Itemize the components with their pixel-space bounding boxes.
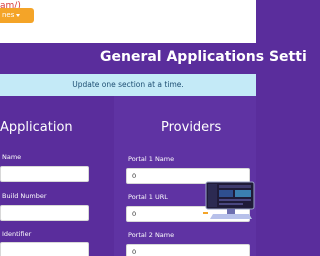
name-field[interactable] [0, 166, 89, 182]
name-label: Name [2, 153, 22, 161]
dropdown-label: nes [2, 11, 15, 19]
application-section: Application Name Build Number Identifier [0, 96, 104, 256]
computer-monitor-illustration [203, 181, 255, 219]
caret-down-icon [16, 13, 21, 17]
build-number-label: Build Number [2, 192, 47, 200]
portal-1-url-label: Portal 1 URL [128, 193, 168, 201]
portal-1-name-label: Portal 1 Name [128, 155, 175, 163]
portal-2-name-label: Portal 2 Name [128, 231, 175, 239]
page-title: General Applications Setti [100, 49, 307, 65]
theme-dropdown-button[interactable]: nes [0, 8, 34, 23]
build-number-field[interactable] [0, 205, 89, 221]
application-heading: Application [0, 120, 73, 135]
providers-section: Providers Portal 1 Name 0 Portal 1 URL 0… [114, 96, 256, 256]
providers-heading: Providers [161, 120, 222, 135]
top-bar: am/) nes [0, 0, 256, 43]
info-notice: Update one section at a time. [0, 74, 256, 96]
portal-2-name-field[interactable]: 0 [126, 244, 250, 256]
identifier-label: Identifier [2, 230, 32, 238]
identifier-field[interactable] [0, 242, 89, 256]
